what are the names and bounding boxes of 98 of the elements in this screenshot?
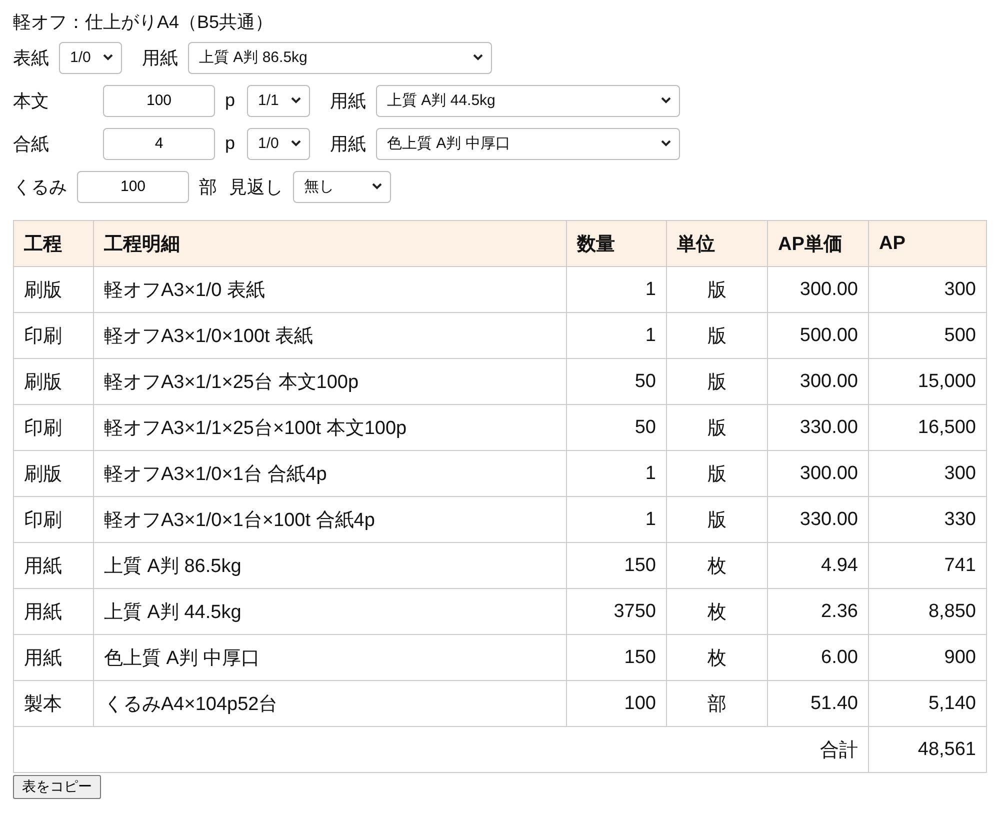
- table-cell: 版: [666, 404, 768, 450]
- field-label: 用紙: [330, 90, 366, 112]
- table-cell: 300.00: [768, 266, 868, 312]
- table-cell: 5,140: [868, 680, 986, 726]
- table-cell: 100: [566, 680, 666, 726]
- table-cell: 軽オフA3×1/0 表紙: [94, 266, 566, 312]
- column-header: AP: [868, 220, 986, 266]
- table-cell: 印刷: [14, 404, 94, 450]
- table-cell: 版: [666, 496, 768, 542]
- input-field[interactable]: 4: [103, 128, 215, 160]
- table-cell: 8,850: [868, 588, 986, 634]
- table-cell: 用紙: [14, 634, 94, 680]
- column-header: 数量: [566, 220, 666, 266]
- table-cell: 枚: [666, 634, 768, 680]
- field-label: 合紙: [13, 132, 50, 156]
- chevron-icon: [661, 140, 672, 147]
- table-cell: 300.00: [768, 358, 868, 404]
- field-label: 用紙: [142, 46, 178, 70]
- table-cell: 軽オフA3×1/1×25台×100t 本文100p: [94, 404, 566, 450]
- table-cell: 印刷: [14, 496, 94, 542]
- copy-table-button[interactable]: 表をコピー: [13, 775, 101, 799]
- dropdown[interactable]: 上質 A判 86.5kg: [188, 42, 492, 74]
- dropdown[interactable]: 1/0: [59, 42, 122, 74]
- table-cell: 1: [566, 450, 666, 496]
- table-cell: 版: [666, 312, 768, 358]
- table-cell: 330.00: [768, 404, 868, 450]
- table-cell: 6.00: [768, 634, 868, 680]
- table-cell: 150: [566, 634, 666, 680]
- table-cell: 330: [868, 496, 986, 542]
- table-cell: 300: [868, 450, 986, 496]
- table-cell: 印刷: [14, 312, 94, 358]
- dropdown[interactable]: 色上質 A判 中厚口: [376, 128, 680, 160]
- chevron-icon: [103, 54, 113, 61]
- table-cell: 軽オフA3×1/0×1台×100t 合紙4p: [94, 496, 566, 542]
- table-cell: 3750: [566, 588, 666, 634]
- unit-label: p: [225, 133, 236, 154]
- table-cell: 1: [566, 266, 666, 312]
- table-cell: 4.94: [768, 542, 868, 588]
- table-cell: 1: [566, 496, 666, 542]
- table-cell: 軽オフA3×1/1×25台 本文100p: [94, 358, 566, 404]
- table-cell: 500.00: [768, 312, 868, 358]
- field-label: 表紙: [13, 46, 49, 70]
- table-cell: 上質 A判 44.5kg: [94, 588, 566, 634]
- table-cell: 50: [566, 404, 666, 450]
- table-cell: 上質 A判 86.5kg: [94, 542, 566, 588]
- table-cell: 枚: [666, 588, 768, 634]
- table-cell: 刷版: [14, 450, 94, 496]
- table-cell: 版: [666, 266, 768, 312]
- column-header: 工程: [14, 220, 94, 266]
- dropdown[interactable]: 無し: [293, 170, 391, 202]
- table-cell: 用紙: [14, 542, 94, 588]
- table-cell: 51.40: [768, 680, 868, 726]
- table-cell: 741: [868, 542, 986, 588]
- table-cell: 軽オフA3×1/0×1台 合紙4p: [94, 450, 566, 496]
- table-cell: 900: [868, 634, 986, 680]
- chevron-icon: [661, 97, 672, 104]
- table-cell: 枚: [666, 542, 768, 588]
- table-cell: 刷版: [14, 266, 94, 312]
- table-cell: 刷版: [14, 358, 94, 404]
- table-cell: 300: [868, 266, 986, 312]
- table-cell: 版: [666, 450, 768, 496]
- table-cell: 500: [868, 312, 986, 358]
- chevron-icon: [291, 140, 302, 147]
- field-label: 見返し: [229, 176, 283, 198]
- table-cell: 50: [566, 358, 666, 404]
- table-cell: 用紙: [14, 588, 94, 634]
- table-cell: 1: [566, 312, 666, 358]
- field-label: 本文: [13, 90, 50, 112]
- page-title: 軽オフ：仕上がりA4（B5共通）: [13, 11, 274, 34]
- table-cell: 2.36: [768, 588, 868, 634]
- chevron-icon: [291, 97, 302, 104]
- column-header: AP単価: [768, 220, 868, 266]
- unit-label: 部: [199, 176, 217, 198]
- table-cell: 16,500: [868, 404, 986, 450]
- unit-label: p: [225, 90, 236, 111]
- table-cell: 製本: [14, 680, 94, 726]
- chevron-icon: [473, 54, 483, 61]
- input-field[interactable]: 100: [103, 84, 215, 116]
- table-cell: 色上質 A判 中厚口: [94, 634, 566, 680]
- dropdown[interactable]: 1/1: [247, 84, 310, 116]
- table-cell: 150: [566, 542, 666, 588]
- table-cell: 330.00: [768, 496, 868, 542]
- table-cell: 版: [666, 358, 768, 404]
- table-cell: 軽オフA3×1/0×100t 表紙: [94, 312, 566, 358]
- table-cell: 300.00: [768, 450, 868, 496]
- total-label: 合計: [14, 726, 868, 772]
- table-cell: 部: [666, 680, 768, 726]
- chevron-icon: [372, 183, 382, 190]
- column-header: 工程明細: [94, 220, 566, 266]
- table-cell: 15,000: [868, 358, 986, 404]
- table-cell: くるみA4×104p52台: [94, 680, 566, 726]
- column-header: 単位: [666, 220, 768, 266]
- dropdown[interactable]: 1/0: [247, 128, 310, 160]
- field-label: くるみ: [13, 176, 67, 198]
- field-label: 用紙: [330, 132, 366, 156]
- total-value: 48,561: [868, 726, 986, 772]
- dropdown[interactable]: 上質 A判 44.5kg: [376, 84, 680, 116]
- input-field[interactable]: 100: [77, 170, 189, 202]
